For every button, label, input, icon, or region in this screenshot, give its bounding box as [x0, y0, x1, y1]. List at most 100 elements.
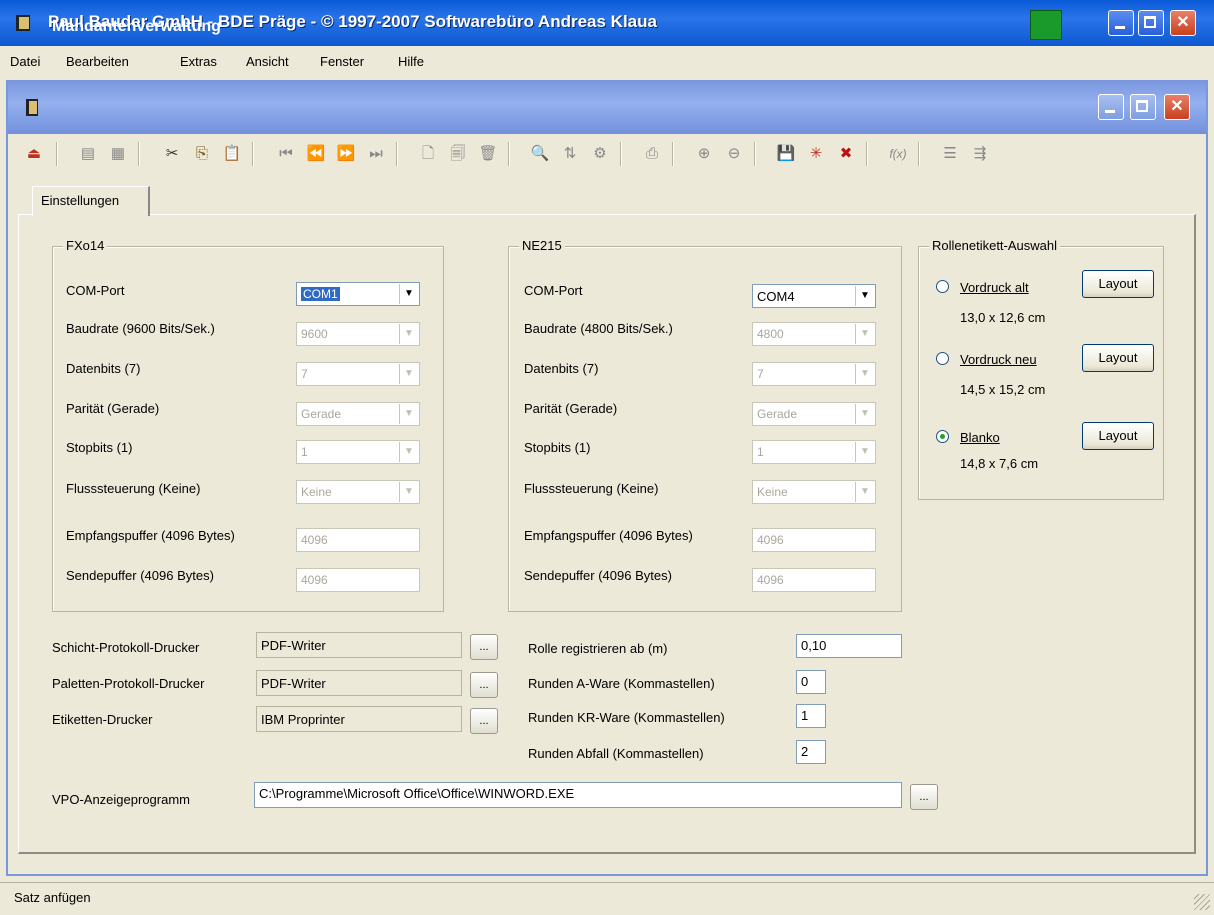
mdi-minimize-button[interactable] [1098, 94, 1124, 120]
cut-icon[interactable]: ✂ [162, 144, 182, 164]
sort-icon[interactable]: ⇅ [560, 144, 580, 164]
radio-vordruck-neu[interactable] [936, 352, 949, 365]
label-size: 14,5 x 15,2 cm [960, 382, 1046, 397]
copy-icon[interactable]: ⎘ [192, 144, 212, 164]
stopbits-label: Stopbits (1) [66, 440, 133, 455]
radio-label[interactable]: Vordruck neu [960, 352, 1037, 367]
fxo14-databits-select: 7 ▼ [296, 362, 420, 386]
vpo-label: VPO-Anzeigeprogramm [52, 792, 190, 807]
pallet-printer-browse-button[interactable]: ... [470, 672, 498, 698]
rxbuf-label: Empfangspuffer (4096 Bytes) [524, 528, 693, 543]
parity-label: Parität (Gerade) [524, 401, 618, 416]
toolbar-separator [918, 142, 920, 166]
chevron-down-icon[interactable]: ▼ [855, 286, 874, 306]
selected-value: COM1 [301, 287, 340, 301]
label-printer-label: Etiketten-Drucker [52, 712, 153, 727]
chevron-down-icon: ▼ [855, 482, 874, 502]
mdi-close-button[interactable]: ✕ [1164, 94, 1190, 120]
label-size: 14,8 x 7,6 cm [960, 456, 1039, 471]
chevron-down-icon: ▼ [855, 404, 874, 424]
round-waste-field[interactable]: 2 [796, 740, 826, 764]
minimize-button[interactable] [1108, 10, 1134, 36]
toolbar-separator [508, 142, 510, 166]
exit-icon[interactable]: ⏏ [24, 144, 44, 164]
fxo14-flow-select: Keine ▼ [296, 480, 420, 504]
databits-label: Datenbits (7) [524, 361, 599, 376]
round-a-field[interactable]: 0 [796, 670, 826, 694]
indent-icon[interactable]: ⇶ [970, 144, 990, 164]
zoom-out-icon[interactable]: ⊖ [724, 144, 744, 164]
ne215-baud-select: 4800 ▼ [752, 322, 876, 346]
field-value: 4096 [301, 533, 328, 547]
menu-ansicht[interactable]: Ansicht [246, 54, 289, 69]
fxo14-stopbits-select: 1 ▼ [296, 440, 420, 464]
status-bar [0, 882, 1214, 915]
chevron-down-icon: ▼ [855, 442, 874, 462]
field-value: 0,10 [801, 638, 827, 653]
delete-record-icon[interactable]: 🗑 [478, 144, 498, 164]
save-icon[interactable]: 💾 [776, 144, 796, 164]
ne215-com-port-select[interactable]: COM4 ▼ [752, 284, 876, 308]
mdi-window-icon [24, 98, 42, 121]
register-field[interactable]: 0,10 [796, 634, 902, 658]
menu-extras[interactable]: Extras [180, 54, 217, 69]
select-value: 7 [757, 367, 764, 381]
ne215-databits-select: 7 ▼ [752, 362, 876, 386]
radio-label[interactable]: Vordruck alt [960, 280, 1029, 295]
find-icon[interactable]: 🔍 [530, 144, 550, 164]
menu-fenster[interactable]: Fenster [320, 54, 364, 69]
maximize-button[interactable] [1138, 10, 1164, 36]
resize-grip-icon[interactable] [1194, 894, 1210, 910]
field-value: PDF-Writer [261, 638, 326, 653]
menu-datei[interactable]: Datei [10, 54, 40, 69]
radio-blanko[interactable] [936, 430, 949, 443]
field-value: C:\Programme\Microsoft Office\Office\WIN… [259, 786, 575, 801]
list-icon[interactable]: ☰ [940, 144, 960, 164]
menu-hilfe[interactable]: Hilfe [398, 54, 424, 69]
vpo-browse-button[interactable]: ... [910, 784, 938, 810]
paste-icon[interactable]: 📋 [222, 144, 242, 164]
shift-printer-browse-button[interactable]: ... [470, 634, 498, 660]
tab-einstellungen[interactable]: Einstellungen [32, 186, 150, 216]
radio-vordruck-alt[interactable] [936, 280, 949, 293]
radio-label[interactable]: Blanko [960, 430, 1000, 445]
filter-icon[interactable]: ⚙ [590, 144, 610, 164]
mdi-titlebar[interactable] [8, 82, 1206, 134]
label-printer-browse-button[interactable]: ... [470, 708, 498, 734]
form-view-icon[interactable]: ▤ [78, 144, 98, 164]
toolbar: ⏏ ▤ ▦ ✂ ⎘ 📋 ⏮ ⏪ ⏩ ⏭ 🗋 🗐 🗑 🔍 ⇅ ⚙ ⎙ ⊕ ⊖ 💾 … [10, 134, 1204, 174]
toolbar-separator [866, 142, 868, 166]
zoom-in-icon[interactable]: ⊕ [694, 144, 714, 164]
select-value: Gerade [757, 407, 798, 421]
chevron-down-icon[interactable]: ▼ [399, 284, 418, 304]
next-record-icon[interactable]: ⏩ [336, 144, 356, 164]
magic-icon[interactable]: ✳ [806, 144, 826, 164]
com-port-label: COM-Port [524, 283, 583, 298]
fxo14-com-port-select[interactable]: COM1 ▼ [296, 282, 420, 306]
formula-icon[interactable]: f(x) [888, 144, 908, 164]
print-icon[interactable]: ⎙ [642, 144, 662, 164]
pallet-printer-field: PDF-Writer [256, 670, 462, 696]
field-value: IBM Proprinter [261, 712, 345, 727]
round-kr-field[interactable]: 1 [796, 704, 826, 728]
field-value: 4096 [757, 533, 784, 547]
menu-bearbeiten[interactable]: Bearbeiten [66, 54, 129, 69]
rxbuf-label: Empfangspuffer (4096 Bytes) [66, 528, 235, 543]
field-value: 2 [801, 744, 809, 759]
close-button[interactable]: ✕ [1170, 10, 1196, 36]
vpo-path-field[interactable]: C:\Programme\Microsoft Office\Office\WIN… [254, 782, 902, 808]
layout-button-blanko[interactable]: Layout [1082, 422, 1154, 450]
baud-label: Baudrate (9600 Bits/Sek.) [66, 321, 215, 336]
new-record-icon[interactable]: 🗋 [418, 144, 438, 164]
chevron-down-icon: ▼ [855, 364, 874, 384]
duplicate-record-icon[interactable]: 🗐 [448, 144, 468, 164]
prev-record-icon[interactable]: ⏪ [306, 144, 326, 164]
last-record-icon[interactable]: ⏭ [366, 144, 386, 164]
table-view-icon[interactable]: ▦ [108, 144, 128, 164]
discard-icon[interactable]: ✖ [836, 144, 856, 164]
select-value: 7 [301, 367, 308, 381]
mdi-maximize-button[interactable] [1130, 94, 1156, 120]
layout-button-neu[interactable]: Layout [1082, 344, 1154, 372]
first-record-icon[interactable]: ⏮ [276, 144, 296, 164]
layout-button-alt[interactable]: Layout [1082, 270, 1154, 298]
